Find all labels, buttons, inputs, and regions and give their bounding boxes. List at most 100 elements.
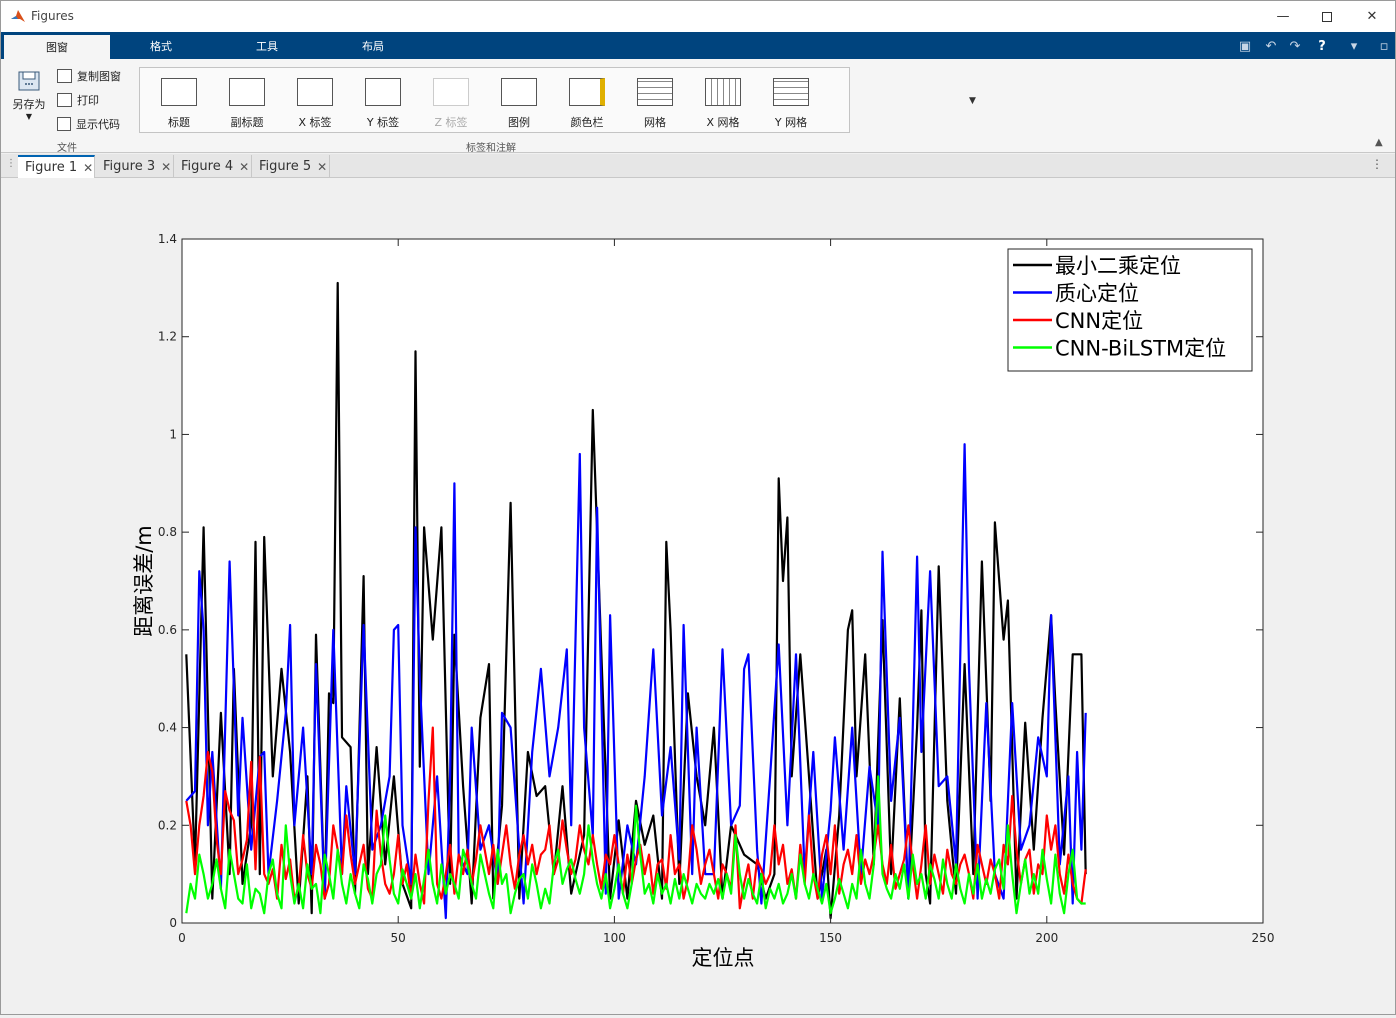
print-label: 打印 (77, 94, 99, 107)
legend-button-label: 图例 (508, 116, 530, 129)
options-dropdown-icon[interactable]: ▾ (1345, 38, 1363, 54)
close-window-button[interactable]: ✕ (1349, 1, 1395, 32)
show-code-checkbox[interactable]: 显示代码 (57, 115, 120, 133)
minimize-icon: — (1276, 9, 1290, 24)
y-axis-label: 距离误差/m (132, 525, 156, 637)
legend-button[interactable]: 图例 (486, 68, 552, 134)
y-tick-label: 1 (169, 427, 177, 441)
title-icon (161, 78, 197, 106)
ribbon: 另存为 ▼ 复制图窗 打印 显示代码 文件 标题 副标题 X 标签 Y 标签 Z… (1, 59, 1395, 154)
xlabel-button-label: X 标签 (298, 116, 332, 129)
close-icon: ✕ (1366, 9, 1378, 24)
copy-figure-button[interactable]: 复制图窗 (57, 67, 121, 85)
subtitle-icon (229, 78, 265, 106)
print-button[interactable]: 打印 (57, 91, 99, 109)
more-options-icon[interactable]: ⋮ (1371, 157, 1383, 171)
tab-figure-5-label: Figure 5 (259, 159, 312, 174)
copy-figure-label: 复制图窗 (77, 70, 121, 83)
legend[interactable]: 最小二乘定位质心定位 CNN定位 CNN-BiLSTM定位 (1007, 248, 1253, 372)
maximize-icon (1322, 11, 1332, 22)
title-button-label: 标题 (168, 116, 190, 129)
undock-icon[interactable]: ▫ (1375, 38, 1393, 54)
y-tick-label: 0.6 (158, 623, 177, 637)
legend-entry: CNN定位 (1055, 309, 1143, 333)
collapse-ribbon-icon[interactable]: ▲ (1375, 137, 1383, 148)
x-tick-label: 100 (603, 931, 626, 945)
y-tick-label: 1.2 (158, 330, 177, 344)
tab-figure-1[interactable]: Figure 1 ✕ (18, 155, 95, 178)
undo-icon[interactable]: ↶ (1262, 38, 1280, 54)
grid-button[interactable]: 网格 (622, 68, 688, 134)
window-title: Figures (31, 9, 74, 23)
xlabel-icon (297, 78, 333, 106)
figure-canvas: 0 50 100 150 200 250 0 0.2 0.4 0.6 0.8 1 1.2 1.4 定位点 … (1, 178, 1395, 1014)
colorbar-button[interactable]: 颜色栏 (554, 68, 620, 134)
xlabel-button[interactable]: X 标签 (282, 68, 348, 134)
tab-format[interactable]: 格式 (108, 32, 214, 59)
zlabel-button-label: Z 标签 (434, 116, 468, 129)
x-tick-label: 200 (1035, 931, 1058, 945)
ygrid-button-label: Y 网格 (774, 116, 808, 129)
maximize-button[interactable] (1304, 1, 1350, 32)
tab-figure-4-label: Figure 4 (181, 159, 234, 174)
close-icon[interactable]: ✕ (239, 160, 249, 174)
colorbar-icon (569, 78, 605, 106)
ylabel-button-label: Y 标签 (366, 116, 400, 129)
y-tick-label: 0.2 (158, 818, 177, 832)
file-group-label: 文件 (57, 143, 77, 154)
ribbon-tab-bar: 图窗 格式 工具 布局 (1, 32, 1395, 59)
tab-figure-5[interactable]: Figure 5 ✕ (252, 155, 330, 178)
minimize-button[interactable]: — (1260, 1, 1306, 32)
annotation-group-label: 标签和注解 (466, 143, 516, 154)
y-tick-label: 1.4 (158, 232, 177, 246)
help-icon[interactable]: ? (1313, 38, 1331, 54)
y-tick-label: 0.8 (158, 525, 177, 539)
legend-entry: 最小二乘定位 (1055, 254, 1181, 278)
tab-tools[interactable]: 工具 (214, 32, 320, 59)
legend-entry: CNN-BiLSTM定位 (1055, 337, 1226, 361)
ylabel-button[interactable]: Y 标签 (350, 68, 416, 134)
legend-icon (501, 78, 537, 106)
figure-tab-bar: ⋮ Figure 1 ✕ Figure 3 ✕ Figure 4 ✕ Figure 5… (1, 154, 1395, 178)
floppy-disk-icon (18, 71, 40, 91)
ygrid-button[interactable]: Y 网格 (758, 68, 824, 134)
grid-icon (637, 78, 673, 106)
tab-figure-3[interactable]: Figure 3 ✕ (96, 155, 174, 178)
tab-figure-4[interactable]: Figure 4 ✕ (174, 155, 252, 178)
y-tick-label: 0 (169, 916, 177, 930)
zlabel-icon (433, 78, 469, 106)
show-code-label: 显示代码 (76, 118, 120, 131)
x-tick-label: 50 (391, 931, 406, 945)
colorbar-button-label: 颜色栏 (570, 116, 604, 129)
close-icon[interactable]: ✕ (83, 161, 93, 175)
subtitle-button-label: 副标题 (230, 116, 264, 129)
tab-figure-3-label: Figure 3 (103, 159, 156, 174)
printer-icon (57, 93, 72, 107)
close-icon[interactable]: ✕ (161, 160, 171, 174)
x-tick-label: 0 (178, 931, 186, 945)
legend-entry: 质心定位 (1055, 282, 1139, 306)
title-bar: Figures — ✕ (1, 1, 1395, 32)
xgrid-button-label: X 网格 (706, 116, 740, 129)
x-tick-label: 150 (819, 931, 842, 945)
tab-layout[interactable]: 布局 (320, 32, 426, 59)
redo-icon[interactable]: ↷ (1286, 38, 1304, 54)
ygrid-icon (773, 78, 809, 106)
line-chart[interactable]: 0 50 100 150 200 25000.20.40.60.811.21.4 定位点 … (1, 178, 1395, 1014)
x-axis-label: 定位点 (692, 946, 755, 970)
title-button[interactable]: 标题 (146, 68, 212, 134)
close-icon[interactable]: ✕ (317, 160, 327, 174)
y-tick-label: 0.4 (158, 721, 177, 735)
save-icon[interactable]: ▣ (1236, 38, 1254, 54)
xgrid-button[interactable]: X 网格 (690, 68, 756, 134)
zlabel-button: Z 标签 (418, 68, 484, 134)
tab-figure-1-label: Figure 1 (25, 160, 78, 175)
tab-figure[interactable]: 图窗 (4, 35, 110, 59)
save-as-button[interactable]: 另存为 ▼ (9, 69, 49, 121)
tab-menu-icon[interactable]: ⋮ (6, 158, 16, 169)
xgrid-icon (705, 78, 741, 106)
x-tick-label: 250 (1252, 931, 1275, 945)
subtitle-button[interactable]: 副标题 (214, 68, 280, 134)
copy-icon (57, 69, 72, 83)
gallery-expand-icon[interactable]: ▼ (969, 96, 976, 106)
